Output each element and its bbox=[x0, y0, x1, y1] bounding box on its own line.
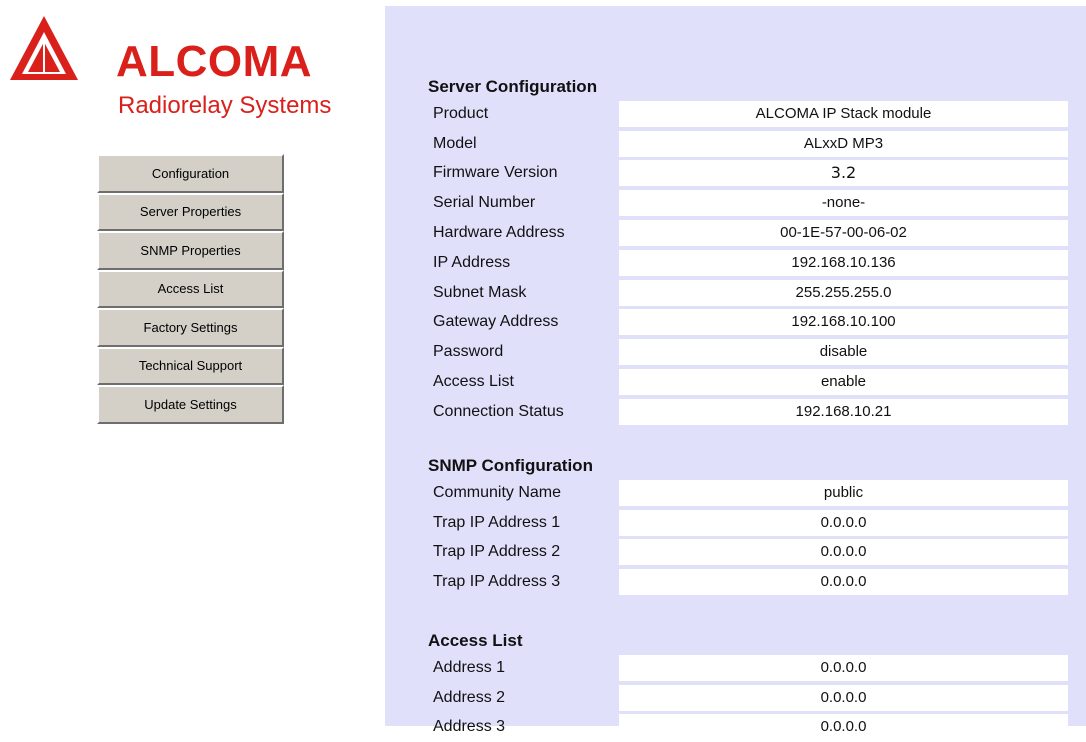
row-label: Serial Number bbox=[433, 194, 536, 212]
server-configuration-section: Server Configuration Product ALCOMA IP St… bbox=[428, 75, 1068, 427]
row-value: enable bbox=[619, 369, 1068, 396]
server-configuration-title: Server Configuration bbox=[428, 77, 598, 96]
table-row: IP Address 192.168.10.136 bbox=[428, 248, 1068, 278]
row-label: Address 1 bbox=[433, 658, 506, 676]
row-label: Gateway Address bbox=[433, 313, 559, 331]
row-value: 255.255.255.0 bbox=[619, 279, 1068, 306]
row-value: public bbox=[619, 479, 1068, 506]
row-value: 0.0.0.0 bbox=[619, 714, 1068, 741]
access-list-button[interactable]: Access List bbox=[97, 269, 284, 308]
table-row: Trap IP Address 3 0.0.0.0 bbox=[428, 567, 1068, 597]
table-row: Product ALCOMA IP Stack module bbox=[428, 99, 1068, 129]
technical-support-button[interactable]: Technical Support bbox=[97, 346, 284, 385]
row-value: 192.168.10.21 bbox=[619, 398, 1068, 425]
row-value: 0.0.0.0 bbox=[619, 654, 1068, 681]
row-value: ALxxD MP3 bbox=[619, 130, 1068, 157]
table-row: Serial Number -none- bbox=[428, 188, 1068, 218]
side-menu: Configuration Server Properties SNMP Pro… bbox=[97, 154, 284, 424]
table-row: Model ALxxD MP3 bbox=[428, 129, 1068, 159]
row-label: Trap IP Address 2 bbox=[433, 543, 561, 561]
row-value: -none- bbox=[619, 190, 1068, 217]
row-value: 0.0.0.0 bbox=[619, 569, 1068, 596]
table-row: Connection Status 192.168.10.21 bbox=[428, 397, 1068, 427]
row-label: Trap IP Address 3 bbox=[433, 573, 561, 591]
row-label: IP Address bbox=[433, 253, 511, 271]
row-value: 00-1E-57-00-06-02 bbox=[619, 220, 1068, 247]
row-label: Firmware Version bbox=[433, 164, 558, 182]
access-list-section: Access List Address 1 0.0.0.0 Address 2 0.… bbox=[428, 629, 1068, 742]
configuration-button[interactable]: Configuration bbox=[97, 154, 284, 193]
table-row: Password disable bbox=[428, 337, 1068, 367]
brand-name: ALCOMA bbox=[116, 37, 313, 86]
row-label: Model bbox=[433, 134, 477, 152]
row-label: Hardware Address bbox=[433, 224, 565, 242]
table-row: Subnet Mask 255.255.255.0 bbox=[428, 278, 1068, 308]
table-row: Gateway Address 192.168.10.100 bbox=[428, 308, 1068, 338]
table-row: Community Name public bbox=[428, 478, 1068, 508]
row-label: Trap IP Address 1 bbox=[433, 513, 561, 531]
row-value: 0.0.0.0 bbox=[619, 509, 1068, 536]
row-value: 192.168.10.136 bbox=[619, 249, 1068, 276]
snmp-configuration-title: SNMP Configuration bbox=[428, 456, 593, 475]
row-value: 0.0.0.0 bbox=[619, 539, 1068, 566]
table-row: Access List enable bbox=[428, 367, 1068, 397]
alcoma-logo-icon bbox=[10, 16, 78, 80]
table-row: Trap IP Address 2 0.0.0.0 bbox=[428, 538, 1068, 568]
brand-subtitle: Radiorelay Systems bbox=[118, 92, 332, 119]
row-label: Community Name bbox=[433, 483, 562, 501]
row-value: ALCOMA IP Stack module bbox=[619, 100, 1068, 127]
factory-settings-button[interactable]: Factory Settings bbox=[97, 308, 284, 347]
update-settings-button[interactable]: Update Settings bbox=[97, 385, 284, 424]
row-label: Address 2 bbox=[433, 688, 506, 706]
row-label: Product bbox=[433, 104, 489, 122]
row-label: Password bbox=[433, 343, 504, 361]
row-label: Connection Status bbox=[433, 402, 564, 420]
row-label: Access List bbox=[433, 373, 514, 391]
row-value: 0.0.0.0 bbox=[619, 684, 1068, 711]
row-label: Subnet Mask bbox=[433, 283, 527, 301]
table-row: Hardware Address 00-1E-57-00-06-02 bbox=[428, 218, 1068, 248]
snmp-properties-button[interactable]: SNMP Properties bbox=[97, 231, 284, 270]
table-row: Address 2 0.0.0.0 bbox=[428, 683, 1068, 713]
access-list-title: Access List bbox=[428, 631, 523, 650]
row-label: Address 3 bbox=[433, 718, 506, 736]
row-value: disable bbox=[619, 339, 1068, 366]
table-row: Address 1 0.0.0.0 bbox=[428, 653, 1068, 683]
table-row: Address 3 0.0.0.0 bbox=[428, 713, 1068, 742]
row-value: 192.168.10.100 bbox=[619, 309, 1068, 336]
table-row: Trap IP Address 1 0.0.0.0 bbox=[428, 508, 1068, 538]
snmp-configuration-section: SNMP Configuration Community Name public … bbox=[428, 454, 1068, 597]
table-row: Firmware Version 3.2 bbox=[428, 159, 1068, 189]
server-properties-button[interactable]: Server Properties bbox=[97, 192, 284, 231]
row-value: 3.2 bbox=[619, 160, 1068, 187]
